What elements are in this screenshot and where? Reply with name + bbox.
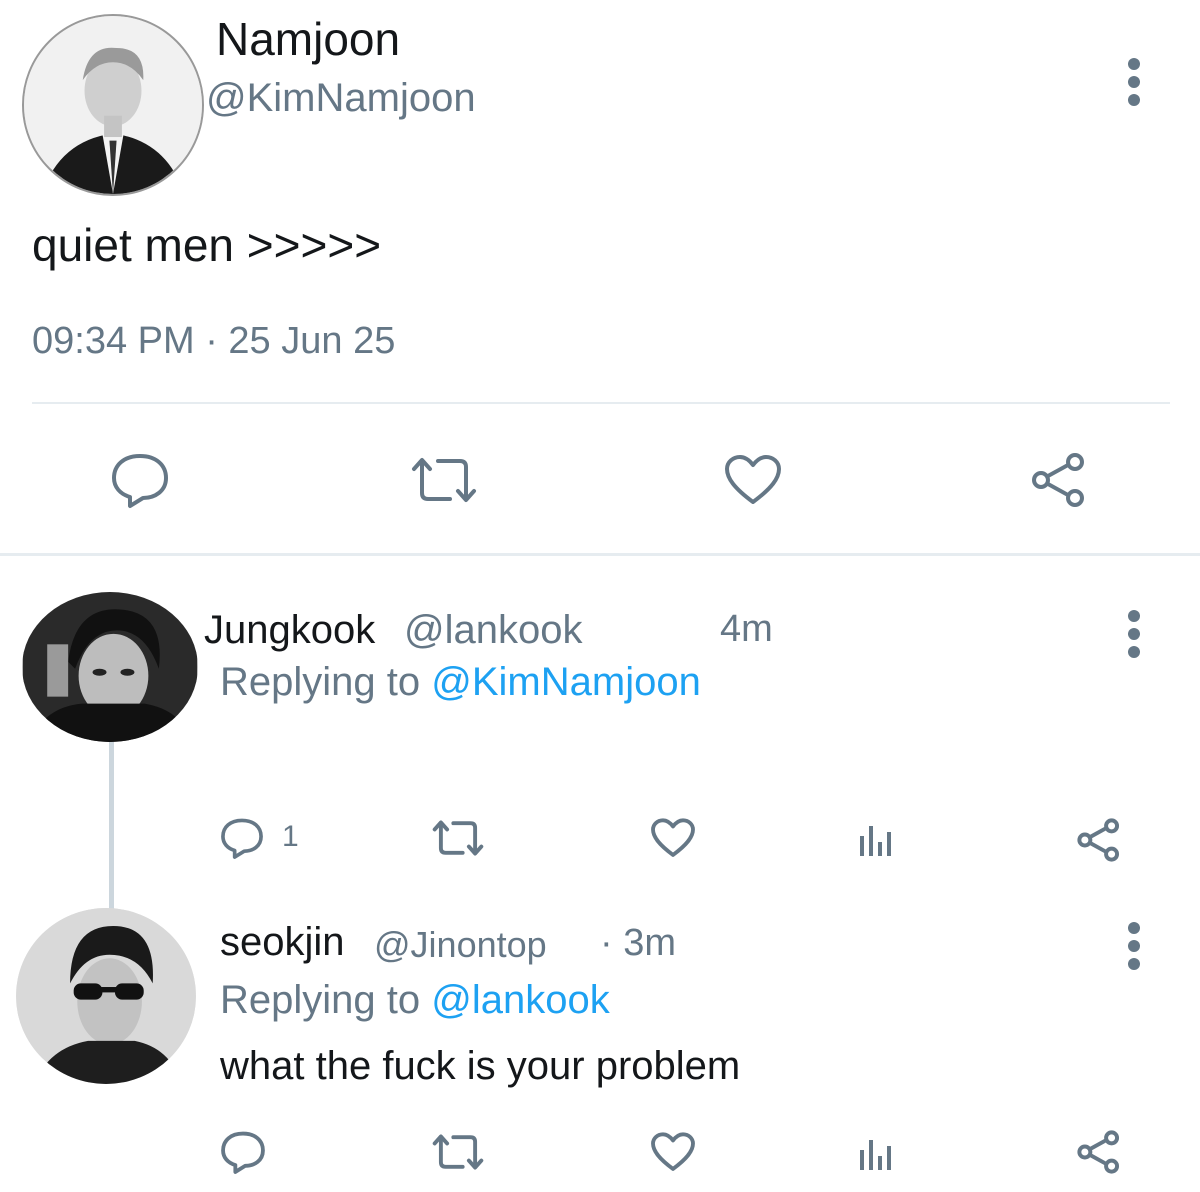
reply-author-handle[interactable]: @lankook (404, 608, 582, 653)
replying-label: Replying to (220, 978, 421, 1022)
retweet-icon[interactable] (430, 818, 486, 858)
reply-time: 4m (720, 608, 773, 650)
replying-to: Replying to @KimNamjoon (220, 660, 701, 705)
like-icon[interactable] (650, 1132, 696, 1172)
thread-line (109, 742, 114, 912)
avatar[interactable] (16, 908, 196, 1084)
reply-author-name[interactable]: seokjin (220, 920, 345, 965)
share-icon[interactable] (1076, 1130, 1122, 1174)
more-options-icon[interactable] (1128, 922, 1142, 976)
reply-time: · 3m (600, 922, 676, 964)
author-name[interactable]: Namjoon (216, 12, 400, 66)
reply-text: what the fuck is your problem (220, 1044, 741, 1088)
author-handle[interactable]: @KimNamjoon (206, 76, 476, 121)
divider (0, 553, 1200, 556)
reply-icon[interactable] (220, 816, 264, 860)
reply-author-name[interactable]: Jungkook (204, 608, 375, 653)
retweet-icon[interactable] (408, 455, 480, 505)
reply-icon[interactable] (110, 452, 170, 508)
mention-link[interactable]: @KimNamjoon (431, 660, 701, 704)
replying-label: Replying to (220, 660, 421, 704)
divider (32, 402, 1170, 404)
analytics-icon[interactable] (856, 1134, 906, 1172)
retweet-icon[interactable] (430, 1132, 486, 1172)
analytics-icon[interactable] (856, 820, 906, 858)
tweet-text: quiet men >>>>> (32, 219, 382, 271)
tweet-timestamp: 09:34 PM · 25 Jun 25 (32, 320, 396, 362)
mention-link[interactable]: @lankook (431, 978, 609, 1022)
share-icon[interactable] (1076, 818, 1122, 862)
share-icon[interactable] (1030, 452, 1088, 508)
reply-count: 1 (282, 820, 299, 853)
more-options-icon[interactable] (1128, 610, 1142, 664)
more-options-icon[interactable] (1128, 58, 1142, 112)
like-icon[interactable] (724, 454, 782, 506)
avatar[interactable] (22, 14, 204, 196)
replying-to: Replying to @lankook (220, 978, 610, 1023)
reply-icon[interactable] (220, 1130, 266, 1174)
like-icon[interactable] (650, 818, 696, 858)
reply-author-handle[interactable]: @Jinontop (374, 924, 547, 966)
avatar[interactable] (22, 592, 198, 742)
